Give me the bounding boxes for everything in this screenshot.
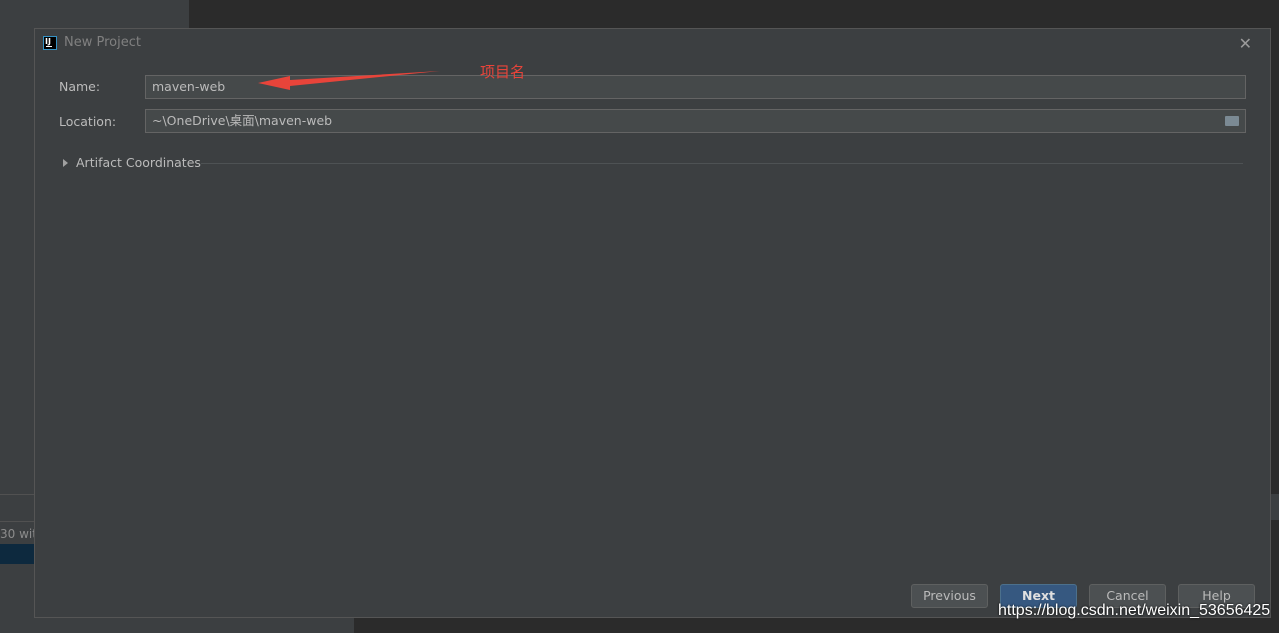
annotation-arrow-icon [258,71,440,90]
watermark: https://blog.csdn.net/weixin_53656425 [998,602,1271,619]
annotation-text: 项目名 [480,63,526,81]
